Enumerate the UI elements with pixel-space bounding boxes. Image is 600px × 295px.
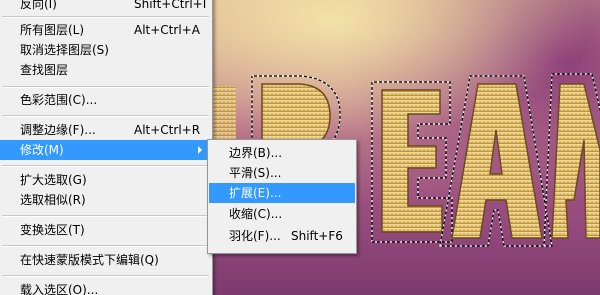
submenu-item-border[interactable]: 边界(B)...: [209, 143, 355, 163]
photoshop-workspace: 反向(I) Shift+Ctrl+I 所有图层(L) Alt+Ctrl+A 取消…: [0, 0, 600, 295]
menu-item-label: 修改(M): [20, 143, 64, 157]
menu-separator: [2, 86, 209, 88]
submenu-item-feather[interactable]: 羽化(F)... Shift+F6: [209, 226, 355, 246]
letter-m: [543, 73, 600, 247]
submenu-item-label: 平滑(S)...: [229, 166, 282, 180]
menu-item-label: 变换选区(T): [20, 223, 85, 237]
menu-item-find-layers[interactable]: 查找图层: [0, 60, 211, 80]
menu-item-inverse[interactable]: 反向(I) Shift+Ctrl+I: [0, 0, 211, 14]
menu-item-all-layers[interactable]: 所有图层(L) Alt+Ctrl+A: [0, 20, 211, 40]
menu-item-refine-edge[interactable]: 调整边缘(F)... Alt+Ctrl+R: [0, 120, 211, 140]
menu-separator: [2, 215, 209, 217]
submenu-item-contract[interactable]: 收缩(C)...: [209, 204, 355, 224]
menu-item-label: 查找图层: [20, 63, 69, 77]
submenu-arrow-icon: [198, 146, 202, 154]
menu-item-deselect-layers[interactable]: 取消选择图层(S): [0, 40, 211, 60]
menu-item-label: 反向(I): [20, 0, 57, 11]
menu-item-shortcut: Alt+Ctrl+A: [134, 23, 200, 37]
menu-separator: [2, 245, 209, 247]
menu-item-label: 取消选择图层(S): [20, 43, 109, 57]
submenu-item-expand[interactable]: 扩展(E)...: [209, 183, 355, 203]
menu-item-shortcut: Shift+Ctrl+I: [134, 0, 207, 11]
submenu-item-shortcut: Shift+F6: [291, 229, 343, 243]
select-menu: 反向(I) Shift+Ctrl+I 所有图层(L) Alt+Ctrl+A 取消…: [0, 0, 213, 295]
menu-item-quick-mask[interactable]: 在快速蒙版模式下编辑(Q): [0, 250, 211, 270]
menu-item-label: 色彩范围(C)...: [20, 93, 98, 107]
menu-item-grow[interactable]: 扩大选取(G): [0, 170, 211, 190]
submenu-item-label: 扩展(E)...: [229, 186, 282, 200]
menu-item-color-range[interactable]: 色彩范围(C)...: [0, 90, 211, 110]
menu-item-label: 选取相似(R): [20, 193, 86, 207]
submenu-item-label: 收缩(C)...: [229, 207, 283, 221]
submenu-item-label: 边界(B)...: [229, 146, 283, 160]
menu-item-label: 所有图层(L): [20, 23, 85, 37]
menu-item-load-selection[interactable]: 载入选区(O)...: [0, 280, 211, 295]
letter-a: [439, 75, 553, 247]
menu-separator: [2, 16, 209, 18]
menu-separator: [2, 275, 209, 277]
menu-separator: [2, 115, 209, 117]
submenu-item-label: 羽化(F)...: [229, 229, 281, 243]
menu-separator: [2, 165, 209, 167]
menu-item-transform-selection[interactable]: 变换选区(T): [0, 220, 211, 240]
menu-item-label: 扩大选取(G): [20, 173, 87, 187]
menu-item-shortcut: Alt+Ctrl+R: [134, 123, 201, 137]
menu-item-label: 在快速蒙版模式下编辑(Q): [20, 253, 159, 267]
submenu-item-smooth[interactable]: 平滑(S)...: [209, 163, 355, 183]
menu-item-label: 载入选区(O)...: [20, 283, 99, 295]
menu-item-label: 调整边缘(F)...: [20, 123, 96, 137]
letter-e: [371, 81, 453, 243]
menu-item-modify[interactable]: 修改(M): [0, 140, 211, 160]
menu-item-similar[interactable]: 选取相似(R): [0, 190, 211, 210]
modify-submenu: 边界(B)... 平滑(S)... 扩展(E)... 收缩(C)... 羽化(F…: [207, 139, 357, 254]
